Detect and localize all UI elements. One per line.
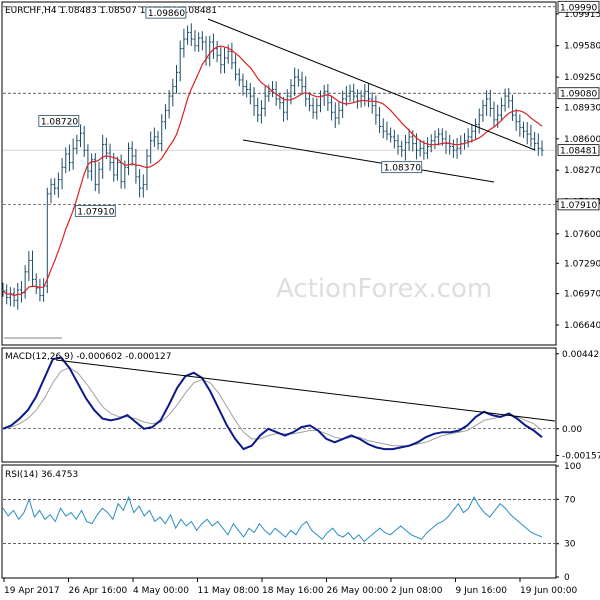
price-level-label: 1.08481 bbox=[557, 144, 600, 157]
rsi-tick-label: 100 bbox=[564, 462, 581, 472]
price-callout: 1.08370 bbox=[381, 161, 423, 174]
svg-text:1.08370: 1.08370 bbox=[384, 164, 421, 174]
rsi-tick-label: 0 bbox=[564, 573, 570, 583]
price-tick-label: 1.08930 bbox=[564, 103, 600, 113]
time-tick-label: 9 Jun 16:00 bbox=[456, 586, 508, 596]
svg-text:1.08720: 1.08720 bbox=[41, 117, 78, 127]
price-tick-label: 1.09250 bbox=[564, 73, 600, 83]
price-tick-label: 1.08600 bbox=[564, 135, 600, 145]
price-level-label: 1.09990 bbox=[557, 0, 600, 13]
time-tick-label: 18 May 16:00 bbox=[262, 586, 324, 596]
svg-text:1.07910: 1.07910 bbox=[560, 201, 597, 211]
watermark: ActionForex.com bbox=[276, 274, 492, 304]
time-tick-label: 26 Apr 16:00 bbox=[69, 586, 128, 596]
rsi-label: RSI(14) 36.4753 bbox=[5, 470, 78, 480]
price-tick-label: 1.09580 bbox=[564, 42, 600, 52]
price-tick-label: 1.08270 bbox=[564, 166, 600, 176]
price-tick-label: 1.07600 bbox=[564, 230, 600, 240]
price-level-label: 1.07910 bbox=[557, 198, 600, 211]
svg-text:1.07910: 1.07910 bbox=[77, 207, 114, 217]
svg-text:1.08481: 1.08481 bbox=[560, 147, 597, 157]
price-level-label: 1.09080 bbox=[557, 87, 600, 100]
price-tick-label: 1.07290 bbox=[564, 259, 600, 269]
macd-label: MACD(12,26,9) -0.000602 -0.000127 bbox=[5, 352, 171, 362]
rsi-tick-label: 30 bbox=[564, 540, 576, 550]
time-tick-label: 19 Jun 00:00 bbox=[520, 586, 577, 596]
price-callout: 1.07910 bbox=[74, 204, 116, 217]
price-callout: 1.08720 bbox=[38, 115, 80, 127]
rsi-tick-label: 70 bbox=[564, 495, 576, 505]
svg-text:1.09860: 1.09860 bbox=[148, 9, 185, 19]
chart-canvas: ActionForex.com EURCHF,H4 1.08483 1.0850… bbox=[0, 0, 600, 600]
price-tick-label: 1.06640 bbox=[564, 321, 600, 331]
svg-text:1.09990: 1.09990 bbox=[560, 3, 597, 13]
time-tick-label: 11 May 08:00 bbox=[198, 586, 260, 596]
time-tick-label: 19 Apr 2017 bbox=[4, 586, 60, 596]
macd-tick-label: 0.00442 bbox=[562, 350, 599, 360]
time-tick-label: 2 Jun 08:00 bbox=[391, 586, 443, 596]
time-tick-label: 4 May 00:00 bbox=[133, 586, 189, 596]
price-tick-label: 1.06970 bbox=[564, 290, 600, 300]
svg-text:1.09080: 1.09080 bbox=[560, 90, 597, 100]
price-callout: 1.09860 bbox=[145, 6, 187, 19]
time-tick-label: 26 May 00:00 bbox=[327, 586, 389, 596]
macd-tick-label: 0.00 bbox=[562, 425, 582, 435]
macd-tick-label: -0.001578 bbox=[562, 452, 600, 462]
